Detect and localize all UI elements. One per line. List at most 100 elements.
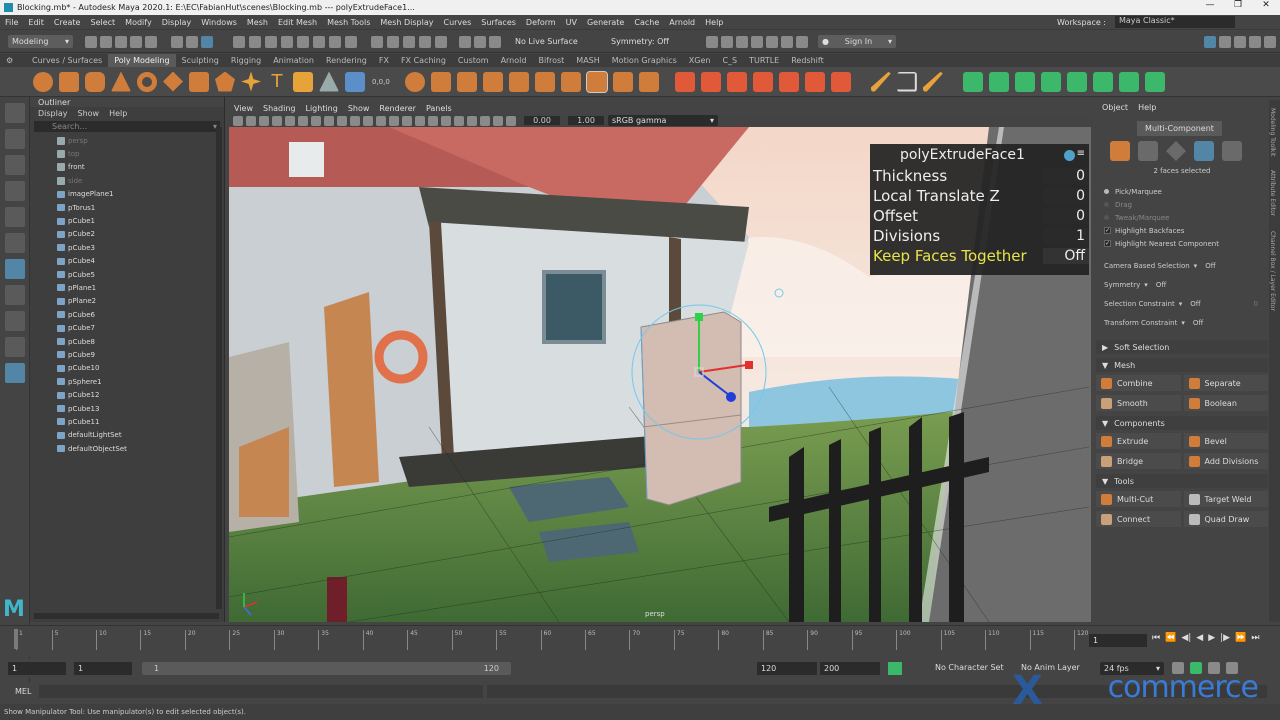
shelf-tab-sculpting[interactable]: Sculpting (176, 54, 225, 67)
combine-shelf-icon[interactable] (404, 71, 425, 92)
boolean-button[interactable]: Boolean (1183, 395, 1268, 411)
input-ops-icon[interactable] (459, 35, 471, 48)
image-plane-icon[interactable] (272, 115, 282, 126)
mask-render-icon[interactable] (329, 35, 341, 48)
poke-face-icon[interactable] (804, 71, 825, 92)
hud-value-field[interactable]: 0 (1043, 208, 1089, 224)
bridge-shelf-icon[interactable] (612, 71, 633, 92)
ipr-render-icon[interactable] (721, 35, 733, 48)
anti-aliasing-icon[interactable] (467, 115, 477, 126)
auto-key-icon[interactable] (888, 662, 902, 675)
mtk-menu-object[interactable]: Object (1102, 103, 1128, 112)
outliner-item[interactable]: pCube2 (30, 228, 224, 241)
menu-deform[interactable]: Deform (521, 18, 561, 27)
go-to-start-icon[interactable]: ⏮ (1152, 633, 1160, 643)
option-transform-constraint[interactable]: Transform Constraint ▾ Off (1096, 313, 1268, 332)
offset-edge-loop-icon[interactable] (778, 71, 799, 92)
viewport-menu-panels[interactable]: Panels (421, 104, 457, 113)
shelf-tab-c-s[interactable]: C_S (716, 54, 743, 67)
command-input[interactable] (39, 685, 483, 698)
boolean-difference-icon[interactable] (508, 71, 529, 92)
spherical-map-icon[interactable] (1014, 71, 1035, 92)
modeling-toolkit-toggle-icon[interactable] (1204, 35, 1216, 48)
step-back-key-icon[interactable]: ⏪ (1165, 633, 1176, 643)
poly-torus-icon[interactable] (137, 71, 157, 92)
mask-curves-icon[interactable] (265, 35, 277, 48)
snap-view-plane-icon[interactable] (419, 35, 431, 48)
mask-misc-icon[interactable] (345, 35, 357, 48)
shelf-tab-arnold[interactable]: Arnold (495, 54, 533, 67)
redo-icon[interactable] (145, 35, 157, 48)
boolean-intersect-icon[interactable] (534, 71, 555, 92)
shelf-tab-mash[interactable]: MASH (570, 54, 605, 67)
select-camera-icon[interactable] (233, 115, 243, 126)
outliner-item[interactable]: pCube13 (30, 402, 224, 415)
color-space-dropdown[interactable]: sRGB gamma ▾ (608, 115, 718, 126)
manip-y-handle[interactable] (695, 313, 703, 321)
grid-icon[interactable] (311, 115, 321, 126)
current-time-marker[interactable] (14, 629, 18, 649)
isolate-select-icon[interactable] (493, 115, 503, 126)
start-time-field[interactable]: 1 (8, 662, 66, 675)
xray-icon[interactable] (506, 115, 516, 126)
layout-uv-icon[interactable] (1144, 71, 1165, 92)
render-view-icon[interactable] (766, 35, 778, 48)
menu-edit[interactable]: Edit (23, 18, 49, 27)
multi-component-button[interactable]: Multi-Component (1137, 121, 1222, 136)
outliner-item[interactable]: defaultLightSet (30, 429, 224, 442)
uv-editor-icon[interactable] (345, 71, 365, 92)
vertex-mode-icon[interactable] (1138, 141, 1158, 161)
add-divisions-button[interactable]: Add Divisions (1183, 453, 1268, 469)
outliner-item[interactable]: front (30, 161, 224, 174)
shelf-tab-rendering[interactable]: Rendering (320, 54, 373, 67)
quad-draw-button[interactable]: Quad Draw (1183, 511, 1268, 527)
shelf-tab-bifrost[interactable]: Bifrost (532, 54, 570, 67)
outliner-menu-help[interactable]: Help (109, 109, 127, 118)
depth-of-field-icon[interactable] (480, 115, 490, 126)
menu-curves[interactable]: Curves (438, 18, 476, 27)
grease-pencil-icon[interactable] (298, 115, 308, 126)
motion-blur-icon[interactable] (454, 115, 464, 126)
option-camera-based-selection[interactable]: Camera Based Selection ▾ Off (1096, 256, 1268, 275)
poly-cylinder-icon[interactable] (85, 71, 105, 92)
restore-icon[interactable]: ❐ (1224, 0, 1252, 10)
append-polygon-icon[interactable] (726, 71, 747, 92)
sign-in-dropdown[interactable]: ● Sign In ▾ (818, 35, 896, 48)
outliner-item[interactable]: top (30, 147, 224, 160)
menu-mesh-display[interactable]: Mesh Display (375, 18, 438, 27)
close-icon[interactable]: ✕ (1252, 0, 1280, 10)
lights-icon[interactable] (415, 115, 425, 126)
minimize-icon[interactable]: — (1196, 0, 1224, 10)
outliner-item[interactable]: imagePlane1 (30, 188, 224, 201)
camera-attributes-icon[interactable] (246, 115, 256, 126)
outliner-item[interactable]: pCube4 (30, 255, 224, 268)
menu-help[interactable]: Help (700, 18, 728, 27)
shelf-tab-xgen[interactable]: XGen (683, 54, 717, 67)
super-shape-icon[interactable] (241, 71, 261, 92)
smooth-shelf-icon[interactable] (456, 71, 477, 92)
hierarchy-mode-icon[interactable] (171, 35, 183, 48)
lasso-tool-icon[interactable] (5, 129, 25, 149)
step-back-frame-icon[interactable]: ◀| (1181, 633, 1191, 643)
platonic-solid-icon[interactable] (215, 71, 235, 92)
extrude-button[interactable]: Extrude (1096, 433, 1181, 449)
menu-icon[interactable]: ≡ (1077, 148, 1085, 159)
viewport-menu-lighting[interactable]: Lighting (300, 104, 342, 113)
hud-value-field[interactable]: Off (1043, 248, 1089, 264)
cut-uv-icon[interactable] (1066, 71, 1087, 92)
outliner-item[interactable]: defaultObjectSet (30, 442, 224, 455)
outliner-item[interactable]: pCube1 (30, 214, 224, 227)
menu-display[interactable]: Display (157, 18, 197, 27)
resolution-gate-icon[interactable] (337, 115, 347, 126)
textured-icon[interactable] (402, 115, 412, 126)
viewport-menu-shading[interactable]: Shading (258, 104, 301, 113)
section-components[interactable]: ▼ Components (1096, 416, 1268, 430)
wedge-face-icon[interactable] (830, 71, 851, 92)
option-symmetry[interactable]: Symmetry ▾ Off (1096, 275, 1268, 294)
symmetry-dropdown[interactable]: Symmetry: Off (611, 37, 701, 46)
side-tab-attribute-editor[interactable]: Attribute Editor (1269, 156, 1276, 216)
select-tool-icon[interactable] (5, 103, 25, 123)
insert-edge-loop-icon[interactable] (752, 71, 773, 92)
menu-cache[interactable]: Cache (629, 18, 664, 27)
outliner-item[interactable]: pCube5 (30, 268, 224, 281)
